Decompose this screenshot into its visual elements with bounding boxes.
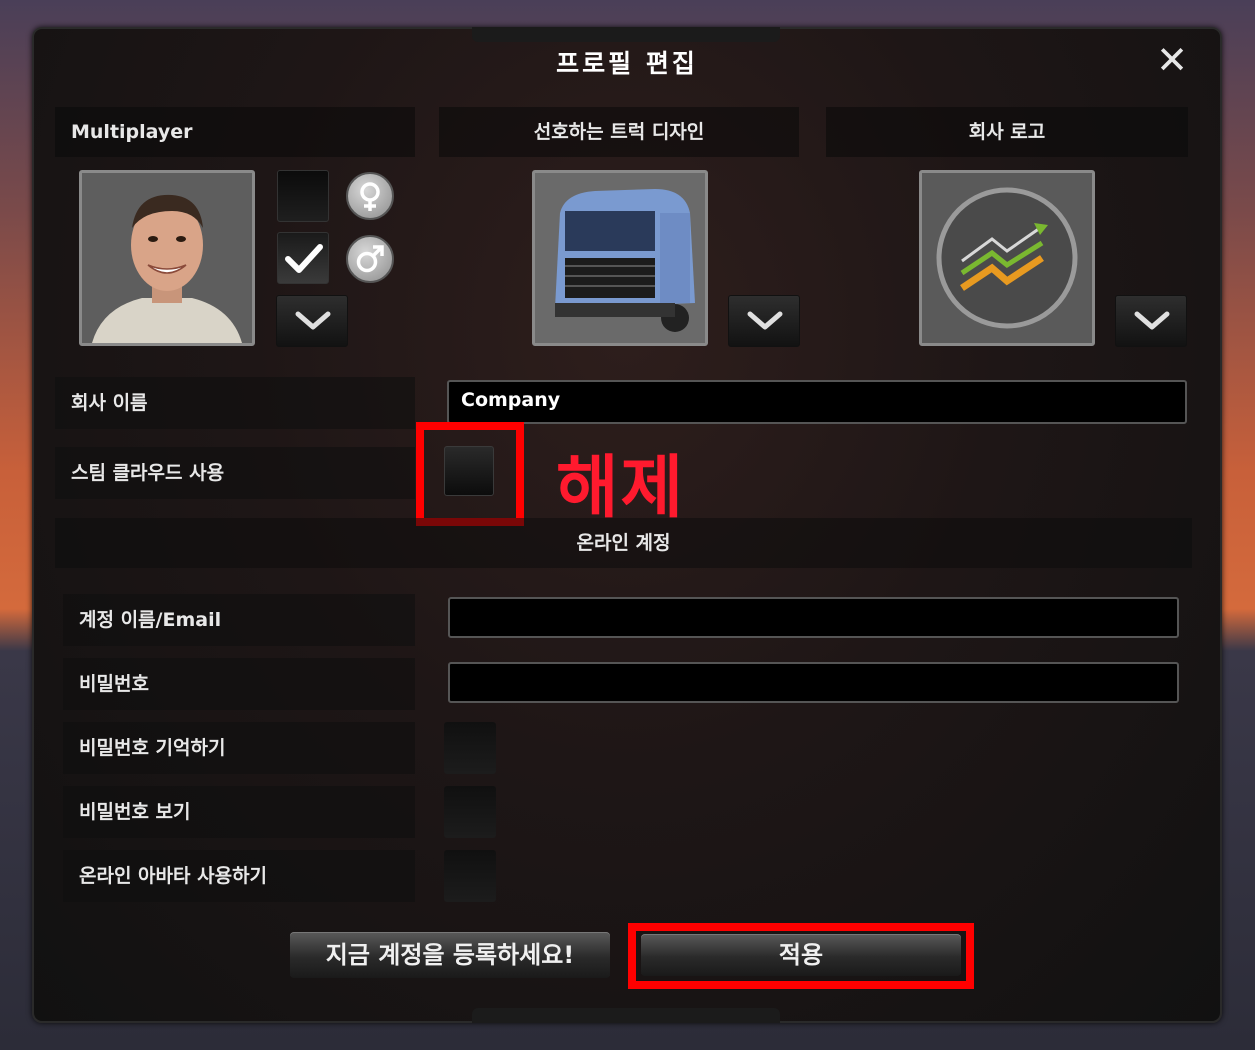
male-icon: [346, 235, 394, 283]
register-account-button[interactable]: 지금 계정을 등록하세요!: [290, 932, 610, 978]
close-icon[interactable]: ✕: [1150, 40, 1194, 80]
show-password-label: 비밀번호 보기: [63, 786, 415, 838]
dialog-top-tab: [472, 27, 780, 42]
steam-cloud-highlight-box: [416, 422, 524, 526]
company-logo-header: 회사 로고: [826, 107, 1188, 157]
avatar[interactable]: [79, 170, 255, 346]
truck-design-dropdown-button[interactable]: [728, 295, 800, 347]
password-label: 비밀번호: [63, 658, 415, 710]
annotation-text: 해제: [556, 448, 686, 528]
remember-password-checkbox[interactable]: [444, 722, 496, 774]
female-icon: [346, 172, 394, 220]
online-avatar-label: 온라인 아바타 사용하기: [63, 850, 415, 902]
company-name-label: 회사 이름: [55, 377, 415, 429]
remember-password-label: 비밀번호 기억하기: [63, 722, 415, 774]
apply-highlight-box: [628, 923, 974, 989]
male-checkbox[interactable]: [277, 232, 329, 284]
online-avatar-checkbox[interactable]: [444, 850, 496, 902]
truck-design-header: 선호하는 트럭 디자인: [439, 107, 799, 157]
password-input[interactable]: [448, 662, 1179, 703]
show-password-checkbox[interactable]: [444, 786, 496, 838]
female-checkbox[interactable]: [277, 170, 329, 222]
username-input[interactable]: [448, 597, 1179, 638]
company-logo-dropdown-button[interactable]: [1115, 295, 1187, 347]
truck-design-image[interactable]: [532, 170, 708, 346]
username-label: 계정 이름/Email: [63, 594, 415, 646]
steam-cloud-label: 스팀 클라우드 사용: [55, 447, 415, 499]
online-account-header: 온라인 계정: [55, 518, 1192, 568]
dialog-title: 프로필 편집: [556, 49, 698, 78]
company-logo-image[interactable]: [919, 170, 1095, 346]
avatar-dropdown-button[interactable]: [276, 295, 348, 347]
multiplayer-header: Multiplayer: [55, 107, 415, 157]
dialog-bottom-tab: [472, 1008, 780, 1023]
company-name-input[interactable]: Company: [447, 380, 1187, 424]
